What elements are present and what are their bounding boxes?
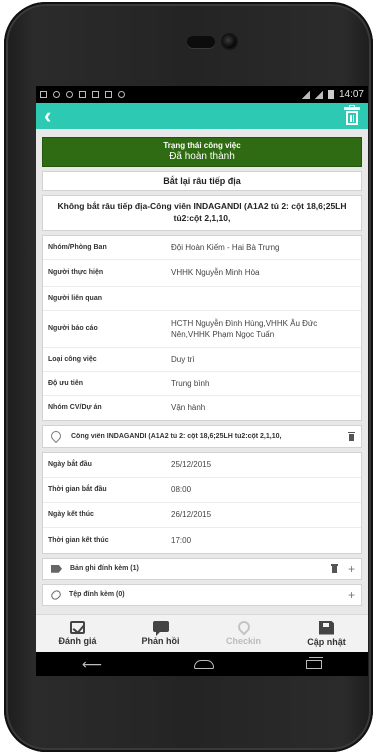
- detail-key: Người thực hiện: [48, 269, 104, 277]
- battery-icon: [327, 90, 334, 99]
- detail-row-department: Nhóm/Phòng Ban Đội Hoàn Kiếm - Hai Bà Tr…: [43, 236, 361, 260]
- date-row-end-date: Ngày kết thúc 26/12/2015: [43, 503, 361, 528]
- chat-icon: [152, 621, 169, 636]
- phone-camera: [223, 35, 236, 48]
- location-row[interactable]: Công viên INDAGANDI (A1A2 tủ 2: cột 18,6…: [42, 424, 362, 448]
- detail-row-reporter: Người báo cáo HCTH Nguyễn Đình Hùng,VHHK…: [43, 311, 361, 348]
- date-value: 26/12/2015: [171, 510, 212, 520]
- detail-row-priority: Độ ưu tiên Trung bình: [43, 372, 361, 396]
- delete-record-button[interactable]: [330, 564, 338, 574]
- evaluate-label: Đánh giá: [58, 636, 97, 646]
- signal-icon: [314, 90, 323, 99]
- detail-row-project: Nhóm CV/Dự án Vận hành: [43, 396, 361, 420]
- date-value: 17:00: [171, 535, 192, 545]
- schedule-card: Ngày bắt đầu 25/12/2015 Thời gian bắt đầ…: [42, 451, 362, 554]
- save-icon: [319, 620, 334, 635]
- detail-value: Trung bình: [171, 378, 210, 388]
- add-attachment-button[interactable]: +: [348, 589, 355, 601]
- status-bar: 14:07: [36, 86, 368, 103]
- location-pin-icon: [235, 618, 252, 636]
- task-title: Không bắt râu tiếp địa-Công viên INDAGAN…: [42, 195, 362, 231]
- system-icons: 14:07: [301, 89, 364, 100]
- records-section[interactable]: Bản ghi đính kèm (1) +: [42, 557, 362, 580]
- location-text: Công viên INDAGANDI (A1A2 tủ 2: cột 18,6…: [71, 432, 282, 440]
- update-label: Cập nhật: [307, 636, 346, 647]
- app-screen: 14:07 ‹ Trạng thái công việc Đã hoàn thà…: [36, 86, 368, 676]
- phone-frame: 14:07 ‹ Trạng thái công việc Đã hoàn thà…: [4, 2, 373, 752]
- notification-icon: [92, 91, 99, 98]
- update-button[interactable]: Cập nhật: [285, 615, 368, 652]
- task-status-box: Trạng thái công việc Đã hoàn thành: [42, 137, 362, 167]
- records-label: Bản ghi đính kèm (1): [70, 565, 139, 573]
- delete-task-button[interactable]: [344, 105, 360, 125]
- detail-key: Loại công việc: [48, 355, 97, 363]
- notification-icon: [79, 91, 86, 98]
- nav-back-icon[interactable]: ⟵: [82, 656, 102, 673]
- nav-recent-apps-icon[interactable]: [306, 656, 323, 669]
- detail-value: HCTH Nguyễn Đình Hùng,VHHK Âu Đức Nên,VH…: [171, 318, 318, 339]
- add-record-button[interactable]: +: [348, 563, 355, 575]
- date-key: Ngày bắt đầu: [48, 461, 92, 469]
- tag-icon: [51, 564, 62, 573]
- detail-value: Vận hành: [171, 403, 206, 413]
- phone-speaker: [187, 36, 215, 48]
- feedback-button[interactable]: Phản hồi: [119, 615, 202, 652]
- detail-key: Nhóm/Phòng Ban: [48, 243, 107, 251]
- notification-icon: [105, 91, 112, 98]
- detail-key: Người liên quan: [48, 294, 102, 302]
- task-detail-content: Trạng thái công việc Đã hoàn thành Bắt l…: [36, 137, 368, 606]
- detail-value: Đội Hoàn Kiếm - Hai Bà Trưng: [171, 242, 280, 252]
- paperclip-icon: [49, 588, 63, 602]
- evaluate-icon: [70, 621, 85, 634]
- date-key: Thời gian bắt đầu: [48, 486, 107, 494]
- attachments-label: Tệp đính kèm (0): [69, 591, 125, 599]
- notification-icon: [40, 91, 47, 98]
- status-label: Trạng thái công việc: [163, 141, 241, 150]
- action-name-button[interactable]: Bắt lại râu tiếp địa: [42, 171, 362, 191]
- notification-icon: [118, 91, 125, 98]
- bottom-action-bar: Đánh giá Phản hồi Checkin Cập nhật: [36, 614, 368, 652]
- nav-home-icon[interactable]: [194, 659, 215, 669]
- date-key: Ngày kết thúc: [48, 511, 94, 519]
- status-value: Đã hoàn thành: [169, 151, 235, 162]
- wifi-icon: [301, 90, 310, 99]
- checkin-button[interactable]: Checkin: [202, 615, 285, 652]
- detail-row-assignee: Người thực hiện VHHK Nguyễn Minh Hòa: [43, 260, 361, 287]
- evaluate-button[interactable]: Đánh giá: [36, 615, 119, 652]
- date-row-start-date: Ngày bắt đầu 25/12/2015: [43, 453, 361, 478]
- detail-key: Độ ưu tiên: [48, 379, 84, 387]
- android-nav-bar: ⟵: [36, 652, 368, 676]
- back-button[interactable]: ‹: [44, 105, 51, 127]
- detail-row-related: Người liên quan: [43, 287, 361, 311]
- date-row-start-time: Thời gian bắt đầu 08:00: [43, 478, 361, 503]
- date-key: Thời gian kết thúc: [48, 536, 109, 544]
- detail-key: Nhóm CV/Dự án: [48, 404, 102, 412]
- location-pin-icon: [48, 429, 64, 444]
- date-value: 08:00: [171, 485, 192, 495]
- delete-location-button[interactable]: [348, 431, 355, 441]
- notification-icons: [40, 91, 125, 98]
- notification-icon: [53, 91, 60, 98]
- notification-icon: [66, 91, 73, 98]
- date-row-end-time: Thời gian kết thúc 17:00: [43, 528, 361, 553]
- feedback-label: Phản hồi: [141, 636, 180, 646]
- detail-key: Người báo cáo: [48, 325, 98, 333]
- detail-value: Duy trì: [171, 354, 195, 364]
- detail-value: VHHK Nguyễn Minh Hòa: [171, 268, 260, 278]
- date-value: 25/12/2015: [171, 460, 212, 470]
- detail-row-work-type: Loại công việc Duy trì: [43, 348, 361, 372]
- task-info-card: Nhóm/Phòng Ban Đội Hoàn Kiếm - Hai Bà Tr…: [42, 234, 362, 421]
- clock: 14:07: [338, 89, 364, 100]
- app-toolbar: ‹: [36, 103, 368, 129]
- checkin-label: Checkin: [225, 636, 261, 646]
- attachments-section[interactable]: Tệp đính kèm (0) +: [42, 583, 362, 606]
